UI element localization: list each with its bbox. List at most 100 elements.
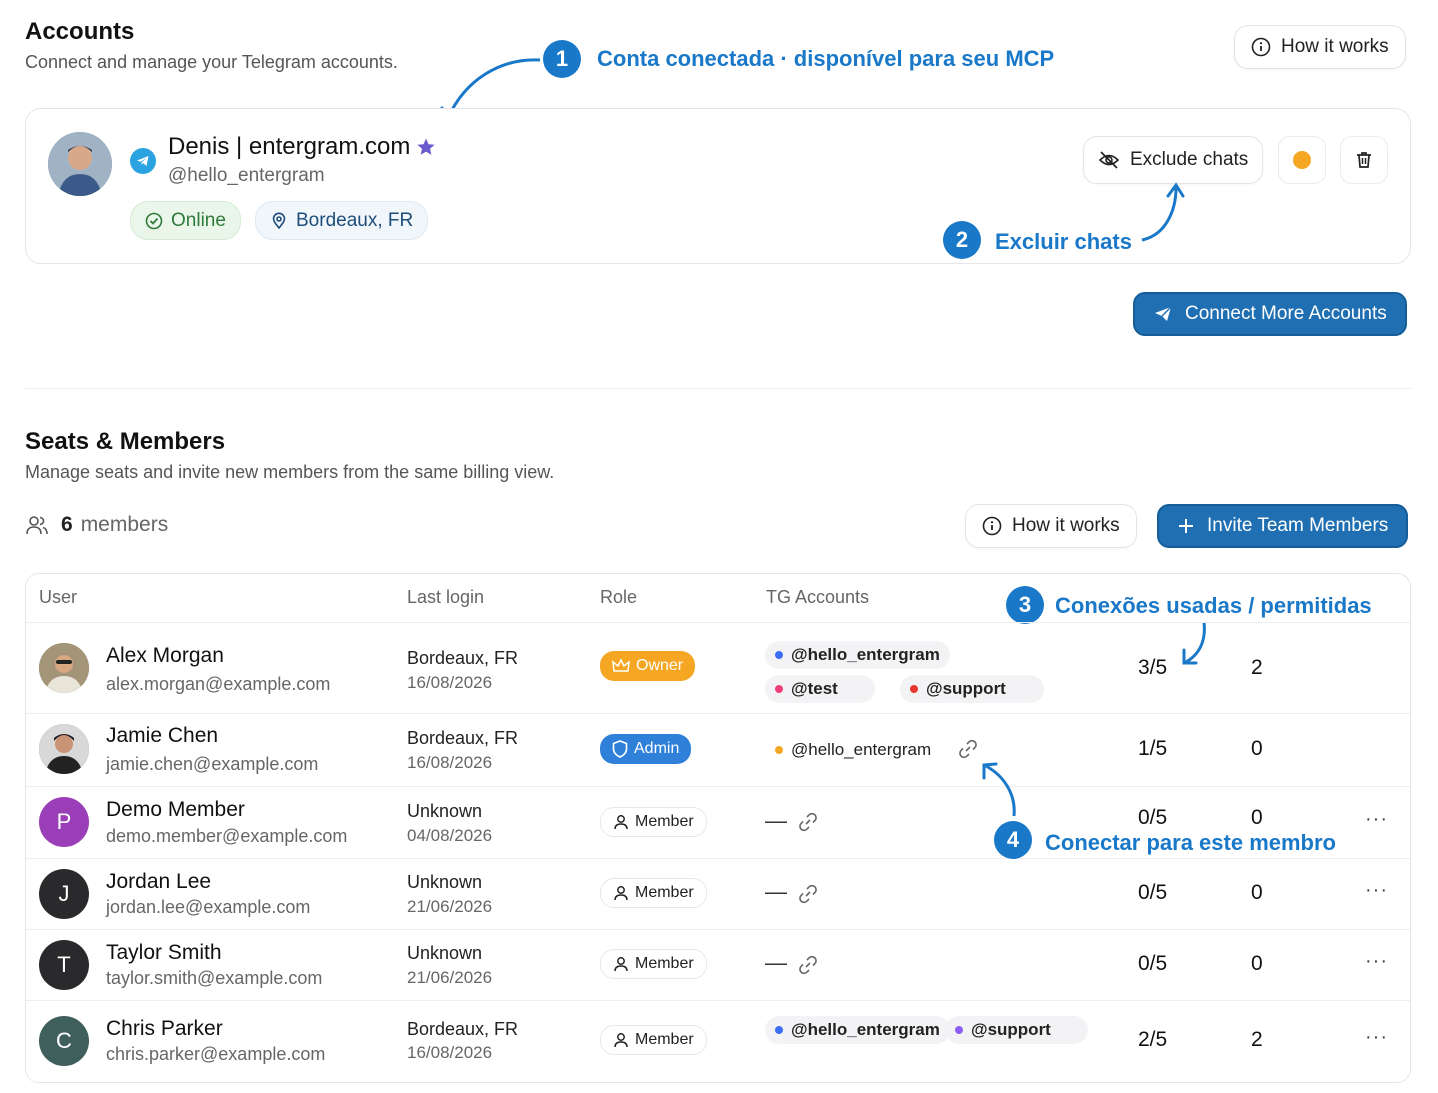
trash-icon	[1354, 150, 1374, 170]
role-badge-owner: Owner	[600, 651, 696, 681]
role-label: Member	[635, 955, 694, 972]
annotation-number-1: 1	[543, 40, 581, 78]
avatar	[39, 724, 89, 774]
link-icon[interactable]	[797, 954, 819, 981]
table-header-divider	[26, 622, 1410, 623]
role-badge-admin: Admin	[600, 734, 692, 764]
user-icon	[613, 885, 629, 901]
last-login-location: Bordeaux, FR	[407, 1019, 519, 1039]
no-tg-accounts: —	[765, 879, 787, 904]
user-email: alex.morgan@example.com	[106, 674, 331, 694]
annotation-arrow-3	[1182, 621, 1206, 665]
star-icon	[416, 137, 436, 162]
last-login-date: 21/06/2026	[407, 897, 493, 916]
user-email: demo.member@example.com	[106, 826, 348, 846]
connections-count: 0	[1251, 881, 1263, 904]
plus-icon	[1177, 517, 1195, 535]
section-divider	[25, 388, 1411, 389]
tg-dot	[910, 685, 918, 693]
annotation-text-1: Conta conectada · disponível para seu MC…	[597, 46, 1055, 71]
eye-off-icon	[1098, 149, 1120, 171]
connections-used: 0/5	[1138, 952, 1168, 975]
status-badge: Online	[130, 201, 241, 240]
seats-title: Seats & Members	[25, 428, 226, 455]
connections-count: 0	[1251, 952, 1263, 975]
connections-used: 1/5	[1138, 737, 1168, 760]
account-handle: @hello_entergram	[168, 165, 325, 186]
connect-more-label: Connect More Accounts	[1185, 303, 1387, 324]
connections-used: 0/5	[1138, 806, 1168, 829]
account-name: Denis | entergram.com	[168, 133, 411, 160]
avatar: C	[39, 1016, 89, 1066]
annotation-arrow-4	[982, 762, 1016, 817]
delete-account-button[interactable]	[1340, 136, 1388, 184]
role-badge-member: Member	[600, 949, 707, 979]
user-email: jordan.lee@example.com	[106, 897, 311, 917]
last-login-date: 04/08/2026	[407, 826, 493, 845]
user-email: jamie.chen@example.com	[106, 754, 319, 774]
tg-account-chip: @hello_entergram	[765, 641, 950, 669]
avatar	[39, 643, 89, 693]
link-icon[interactable]	[797, 811, 819, 838]
column-header-last-login: Last login	[407, 587, 485, 607]
annotation-text-2: Excluir chats	[995, 229, 1132, 254]
last-login-location: Bordeaux, FR	[407, 728, 519, 748]
row-divider	[26, 786, 1410, 787]
tg-dot	[955, 1026, 963, 1034]
status-color-button[interactable]	[1278, 136, 1326, 184]
how-it-works-label: How it works	[1281, 36, 1389, 57]
exclude-chats-button[interactable]: Exclude chats	[1083, 136, 1264, 184]
last-login-date: 16/08/2026	[407, 673, 493, 692]
tg-account-chip: @hello_entergram	[765, 1016, 950, 1044]
connections-count: 2	[1251, 1028, 1263, 1051]
how-it-works-button-top[interactable]: How it works	[1234, 25, 1406, 69]
row-menu-button[interactable]: ···	[1365, 808, 1388, 831]
link-icon[interactable]	[797, 883, 819, 910]
column-header-tg-accounts: TG Accounts	[766, 587, 870, 607]
row-menu-button[interactable]: ···	[1365, 950, 1388, 973]
user-name: Taylor Smith	[106, 941, 222, 964]
user-name: Alex Morgan	[106, 644, 224, 667]
tg-handle: @test	[791, 679, 838, 698]
how-it-works-button-members[interactable]: How it works	[965, 504, 1137, 548]
check-circle-icon	[145, 212, 163, 230]
last-login-date: 16/08/2026	[407, 753, 493, 772]
users-icon	[25, 513, 49, 537]
members-count: 6 members	[25, 513, 168, 537]
connections-count: 2	[1251, 656, 1263, 679]
connections-used: 2/5	[1138, 1028, 1168, 1051]
invite-team-members-button[interactable]: Invite Team Members	[1157, 504, 1409, 548]
role-label: Member	[635, 884, 694, 901]
tg-account-chip: @support	[900, 675, 1044, 703]
role-badge-member: Member	[600, 878, 707, 908]
tg-account-chip: @test	[765, 675, 875, 703]
avatar: T	[39, 940, 89, 990]
map-pin-icon	[270, 212, 288, 230]
link-icon[interactable]	[957, 738, 979, 765]
tg-handle: @support	[971, 1020, 1051, 1039]
user-icon	[613, 814, 629, 830]
info-icon	[1251, 37, 1271, 57]
user-name: Chris Parker	[106, 1017, 223, 1040]
user-icon	[613, 1032, 629, 1048]
row-menu-button[interactable]: ···	[1365, 879, 1388, 902]
connections-count: 0	[1251, 737, 1263, 760]
location-badge: Bordeaux, FR	[255, 201, 429, 240]
tg-dot	[775, 746, 783, 754]
exclude-chats-label: Exclude chats	[1130, 149, 1249, 170]
annotation-text-4: Conectar para este membro	[1045, 830, 1336, 855]
tg-account-chip: @support	[945, 1016, 1088, 1044]
location-label: Bordeaux, FR	[296, 209, 414, 231]
send-icon	[1153, 304, 1173, 324]
role-label: Member	[635, 813, 694, 830]
last-login-date: 21/06/2026	[407, 968, 493, 987]
connect-more-accounts-button[interactable]: Connect More Accounts	[1133, 292, 1407, 336]
accounts-subtitle: Connect and manage your Telegram account…	[25, 52, 398, 72]
tg-handle: @hello_entergram	[791, 645, 940, 664]
annotation-number-4: 4	[994, 821, 1032, 859]
seats-subtitle: Manage seats and invite new members from…	[25, 462, 555, 482]
user-icon	[613, 956, 629, 972]
tg-account-chip: @hello_entergram	[765, 736, 941, 764]
status-dot	[1293, 151, 1311, 169]
row-menu-button[interactable]: ···	[1365, 1026, 1388, 1049]
